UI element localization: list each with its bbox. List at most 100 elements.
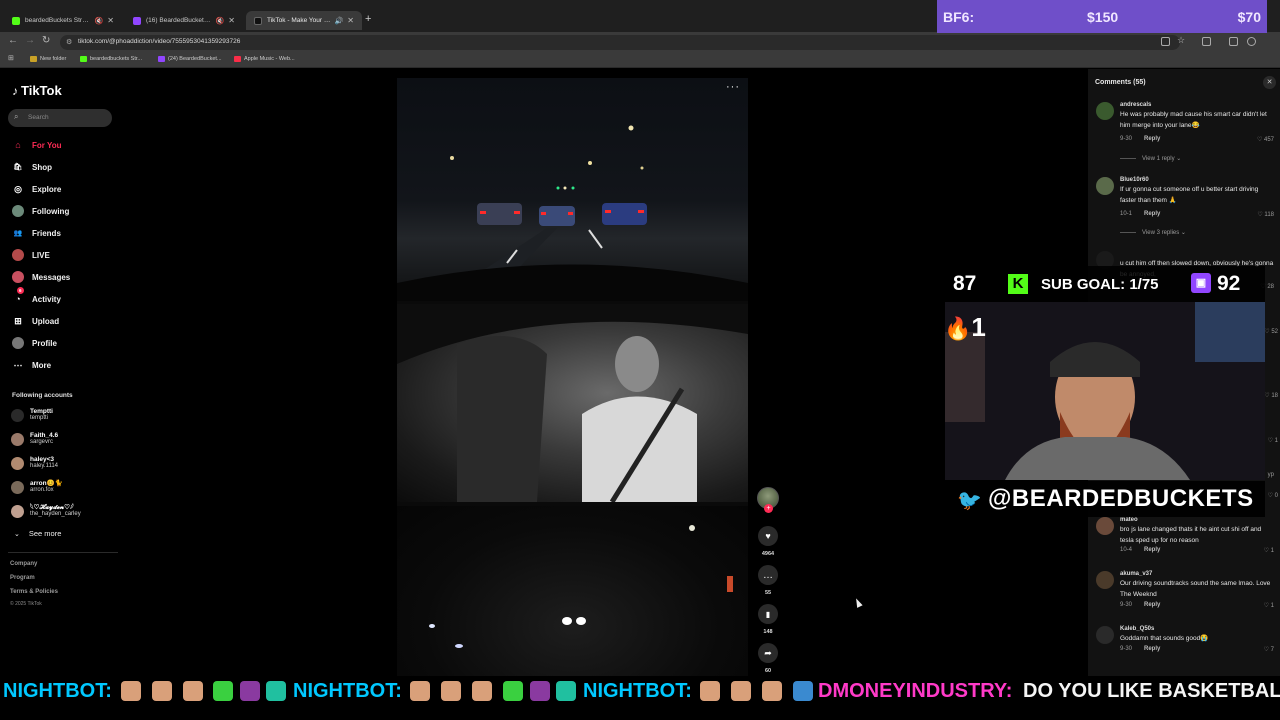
like-action[interactable]: ♥ 4964: [755, 526, 781, 557]
reply-button[interactable]: Reply: [1144, 646, 1160, 652]
tiktok-logo[interactable]: ♪ TikTok: [12, 83, 62, 98]
footer-program-link[interactable]: Program: [10, 575, 35, 581]
following-account[interactable]: haley<3 haley.1114: [11, 456, 58, 470]
comment-likes[interactable]: ♡ 7: [1264, 646, 1274, 653]
bookmark-item[interactable]: New folder: [30, 56, 66, 62]
reply-button[interactable]: Reply: [1144, 136, 1160, 142]
footer-terms-link[interactable]: Terms & Policies: [10, 589, 58, 595]
emote-icon: [213, 681, 233, 701]
tab-close-icon[interactable]: ✕: [107, 16, 114, 25]
comment-username[interactable]: Kaleb_Q50s: [1120, 626, 1154, 632]
reply-button[interactable]: Reply: [1144, 602, 1160, 608]
profile-avatar-icon[interactable]: [1247, 37, 1256, 46]
bookmark-item[interactable]: Apple Music - Web...: [234, 56, 295, 62]
browser-tab[interactable]: beardedBuckets Stream - Yo 🔇 ✕: [4, 11, 122, 30]
tab-close-icon[interactable]: ✕: [347, 16, 354, 25]
account-handle: sargevrc: [30, 439, 54, 445]
account-name: arron😊🐈: [30, 480, 63, 487]
comment-likes[interactable]: ♡ 18: [1264, 392, 1278, 399]
comment-item: Kaleb_Q50s Goddamn that sounds good😭 9-3…: [1094, 626, 1280, 666]
sidepanel-icon[interactable]: [1229, 37, 1238, 46]
comment-likes[interactable]: ♡ 1: [1264, 602, 1274, 609]
following-account[interactable]: Faith_4.6 sargevrc: [11, 432, 58, 446]
install-icon[interactable]: [1161, 37, 1170, 46]
following-account[interactable]: Temptti temptti: [11, 408, 53, 422]
tab-close-icon[interactable]: ✕: [228, 16, 235, 25]
comment-likes[interactable]: ♡ 52: [1264, 328, 1278, 335]
nav-more[interactable]: ⋯ More: [12, 358, 52, 372]
bookmark-star-icon[interactable]: ☆: [1177, 35, 1185, 46]
bookmark-action[interactable]: ▮ 148: [755, 604, 781, 635]
avatar[interactable]: [1096, 571, 1114, 589]
emote-icon: [731, 681, 751, 701]
bookmark-item[interactable]: beardedbuckets Str...: [80, 56, 142, 62]
share-icon[interactable]: ➦: [758, 643, 778, 663]
share-action[interactable]: ➦ 60: [755, 643, 781, 674]
comment-icon[interactable]: …: [758, 565, 778, 585]
avatar[interactable]: [1096, 517, 1114, 535]
video-more-icon[interactable]: ···: [726, 81, 740, 93]
close-icon[interactable]: ✕: [1263, 76, 1276, 89]
url-field[interactable]: ⚙ tiktok.com/@phoaddiction/video/7555953…: [60, 35, 1180, 50]
comment-likes[interactable]: ♡ 118: [1257, 211, 1274, 218]
apps-grid-icon[interactable]: ⊞: [8, 54, 14, 62]
video-player[interactable]: ···: [397, 78, 748, 678]
nav-live[interactable]: LIVE: [12, 248, 50, 262]
comment-meta: 10-1 Reply: [1120, 211, 1160, 217]
reload-icon[interactable]: ↻: [42, 35, 50, 46]
muted-icon[interactable]: 🔇: [216, 17, 225, 25]
comment-meta: 9-30 Reply: [1120, 646, 1160, 652]
following-account[interactable]: 𓆩♡𝓗𝓪𝔂𝓭𝓮𝓷♡𓆪 the_hayden_carley: [11, 504, 81, 518]
muted-icon[interactable]: 🔇: [95, 17, 104, 25]
nav-following[interactable]: Following: [12, 204, 69, 218]
speaker-icon[interactable]: 🔊: [335, 17, 344, 25]
reply-button[interactable]: Reply: [1144, 211, 1160, 217]
nav-explore[interactable]: ◎ Explore: [12, 182, 61, 196]
comment-username[interactable]: akuma_v37: [1120, 571, 1152, 577]
reply-button[interactable]: Reply: [1144, 547, 1160, 553]
view-replies-button[interactable]: View 1 reply ⌄: [1120, 155, 1181, 162]
browser-tab-active[interactable]: TikTok - Make Your Day 🔊 ✕: [246, 11, 362, 30]
bookmark-count: 148: [763, 629, 773, 635]
nav-label: For You: [32, 140, 62, 150]
forward-icon[interactable]: →: [25, 35, 35, 46]
comment-likes[interactable]: ♡ 1: [1268, 437, 1278, 444]
avatar[interactable]: [1096, 102, 1114, 120]
view-replies-button[interactable]: View 3 replies ⌄: [1120, 229, 1186, 236]
bookmark-icon[interactable]: ▮: [758, 604, 778, 624]
new-tab-button[interactable]: +: [365, 13, 371, 25]
comment-likes[interactable]: ♡ 1: [1264, 547, 1274, 554]
view-replies-label: View 1 reply: [1142, 155, 1175, 162]
nav-messages[interactable]: Messages: [12, 270, 70, 284]
comment-text: bro js lane changed thats it he aint cut…: [1120, 526, 1262, 544]
comment-likes[interactable]: ♡ 0: [1268, 492, 1278, 499]
extensions-icon[interactable]: [1202, 37, 1211, 46]
comment-likes[interactable]: ♡ 457: [1257, 136, 1274, 143]
see-more-button[interactable]: ⌄ See more: [14, 529, 61, 538]
comment-action[interactable]: … 55: [755, 565, 781, 596]
following-account[interactable]: arron😊🐈 arron.fox: [11, 480, 63, 494]
site-info-icon[interactable]: ⚙: [66, 38, 72, 46]
search-input[interactable]: ⌕ Search: [8, 109, 112, 127]
comment-username[interactable]: andrescals: [1120, 102, 1151, 108]
nav-friends[interactable]: 👥 Friends: [12, 226, 61, 240]
chevron-down-icon: ⌄: [14, 530, 20, 538]
comment-date: 9-30: [1120, 646, 1133, 652]
heart-icon[interactable]: ♥: [758, 526, 778, 546]
comment-username[interactable]: mateo: [1120, 517, 1138, 523]
comment-username[interactable]: Blue10r60: [1120, 177, 1149, 183]
bookmark-item[interactable]: (24) BeardedBucket...: [158, 56, 222, 62]
nav-shop[interactable]: 🛍 Shop: [12, 160, 52, 174]
avatar: [11, 504, 24, 518]
nav-upload[interactable]: ⊞ Upload: [12, 314, 59, 328]
footer-company-link[interactable]: Company: [10, 561, 37, 567]
avatar[interactable]: [1096, 626, 1114, 644]
browser-tab[interactable]: (16) BeardedBuckets - Twi 🔇 ✕: [125, 11, 243, 30]
nav-for-you[interactable]: ⌂ For You: [12, 138, 61, 152]
back-icon[interactable]: ←: [8, 35, 18, 46]
follow-plus-icon[interactable]: +: [764, 504, 773, 513]
like-count: 7: [1270, 647, 1274, 653]
avatar[interactable]: [1096, 177, 1114, 195]
nav-profile[interactable]: Profile: [12, 336, 57, 350]
nav-activity[interactable]: ◔ 6 Activity: [12, 287, 61, 306]
